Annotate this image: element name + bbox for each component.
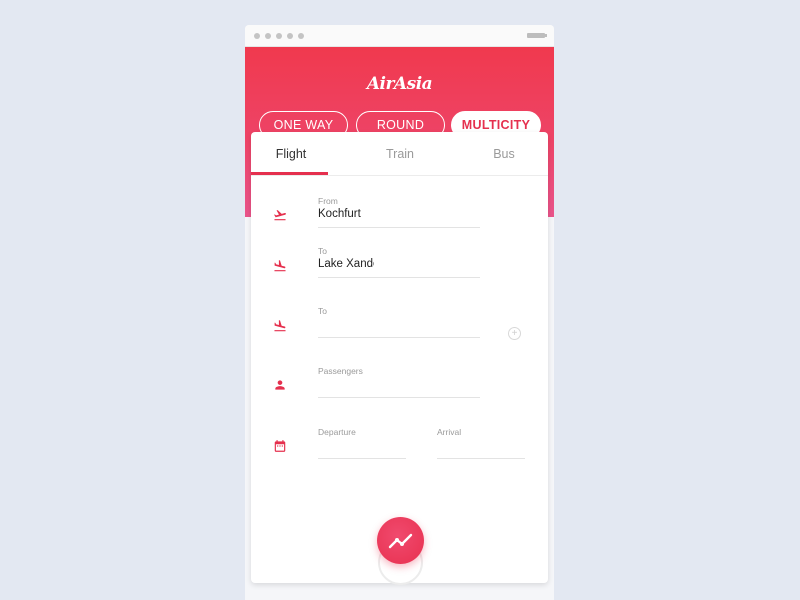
battery-icon (527, 33, 547, 38)
departure-field[interactable]: Departure (318, 427, 406, 459)
trend-icon (388, 533, 412, 548)
active-tab-indicator (251, 172, 328, 175)
to-field-2[interactable]: To (318, 306, 480, 338)
flight-land-icon (274, 320, 286, 332)
flight-takeoff-icon (274, 210, 286, 221)
passengers-field[interactable]: Passengers (318, 366, 480, 398)
person-icon (275, 380, 285, 390)
tab-train[interactable]: Train (361, 132, 439, 175)
departure-label: Departure (318, 427, 356, 437)
from-value: Kochfurt (318, 208, 361, 220)
add-circle-icon[interactable]: + (508, 327, 521, 340)
to-label-2: To (318, 306, 327, 316)
from-label: From (318, 196, 338, 206)
passengers-label: Passengers (318, 366, 363, 376)
signal-dots (254, 33, 304, 39)
status-bar (245, 25, 554, 47)
to-label-1: To (318, 246, 327, 256)
calendar-icon (274, 440, 286, 452)
flight-land-icon (274, 260, 286, 272)
to-field-1[interactable]: To Lake Xande (318, 246, 480, 278)
transport-tabs: Flight Train Bus (251, 132, 548, 176)
arrival-field[interactable]: Arrival (437, 427, 525, 459)
to-value-1: Lake Xande (318, 258, 374, 270)
tab-bus[interactable]: Bus (471, 132, 537, 175)
tab-flight[interactable]: Flight (251, 132, 331, 175)
arrival-label: Arrival (437, 427, 462, 437)
airasia-logo: AirAsia (366, 74, 433, 94)
from-field[interactable]: From Kochfurt (318, 196, 480, 228)
search-card: Flight Train Bus From Kochfurt To Lake X… (251, 132, 548, 583)
search-fab-button[interactable] (377, 517, 424, 564)
